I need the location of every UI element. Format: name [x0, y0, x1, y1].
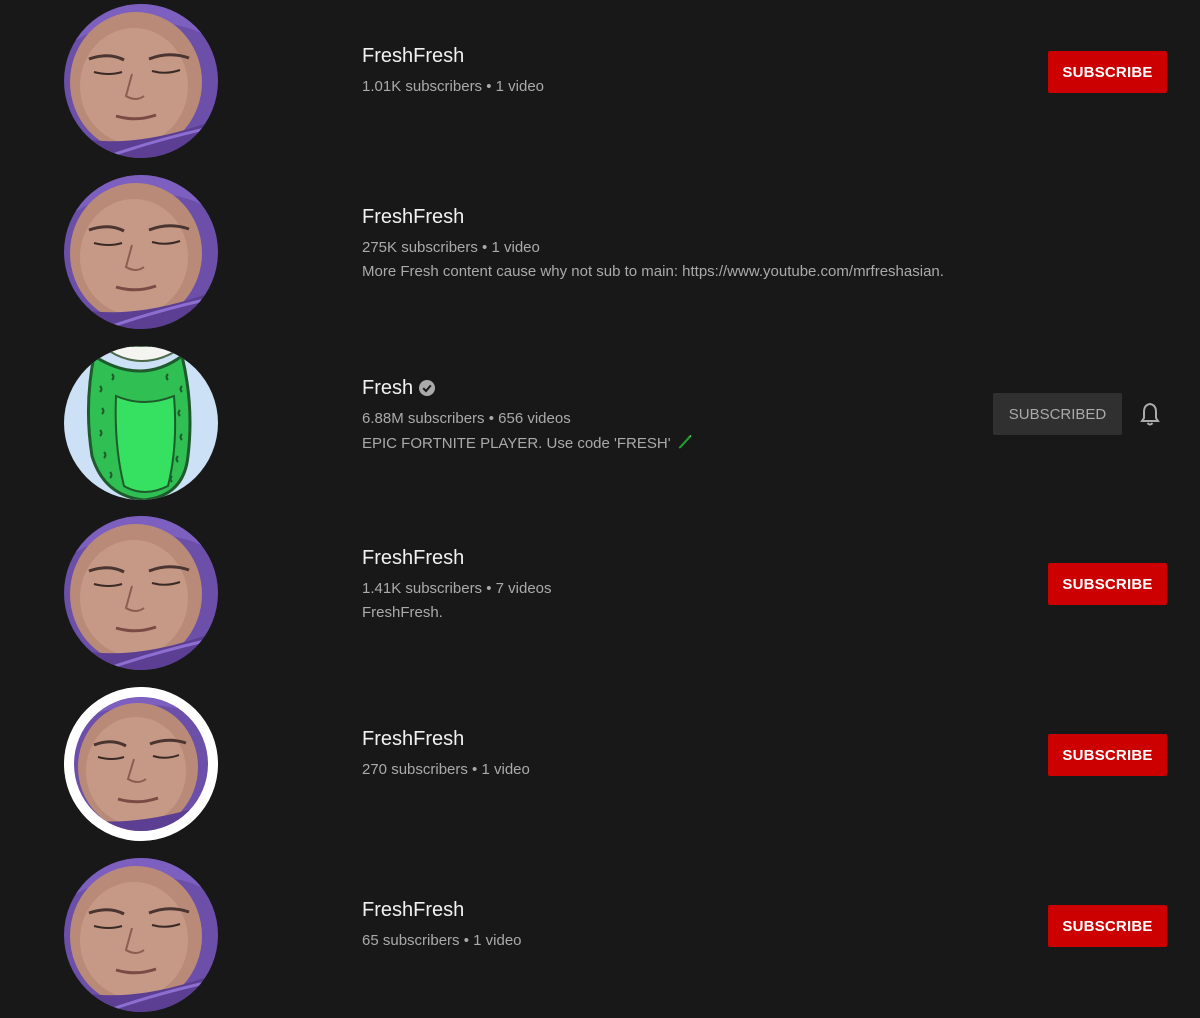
channel-info: Fresh 6.88M subscribers • 656 videos EPI…	[362, 376, 693, 455]
bell-icon[interactable]	[1136, 400, 1164, 428]
channel-name[interactable]: FreshFresh	[362, 898, 522, 922]
channel-avatar[interactable]	[64, 175, 218, 329]
channel-description-text: FreshFresh.	[362, 604, 443, 621]
channel-description: EPIC FORTNITE PLAYER. Use code 'FRESH'	[362, 433, 693, 455]
channel-meta: 1.41K subscribers • 7 videos	[362, 580, 552, 597]
channel-name-text[interactable]: FreshFresh	[362, 44, 464, 68]
channel-name[interactable]: FreshFresh	[362, 546, 552, 570]
channel-meta: 270 subscribers • 1 video	[362, 761, 530, 778]
channel-description: FreshFresh.	[362, 603, 552, 623]
channel-description-text: EPIC FORTNITE PLAYER. Use code 'FRESH'	[362, 435, 671, 452]
channel-meta: 6.88M subscribers • 656 videos	[362, 410, 571, 427]
channel-name-text[interactable]: FreshFresh	[362, 205, 464, 229]
channel-avatar[interactable]	[64, 4, 218, 158]
channel-description-text: More Fresh content cause why not sub to …	[362, 263, 944, 280]
channel-avatar[interactable]	[64, 687, 218, 841]
channel-info: FreshFresh 275K subscribers • 1 video Mo…	[362, 205, 944, 282]
channel-row[interactable]: FreshFresh 275K subscribers • 1 video Mo…	[0, 175, 1200, 335]
channel-description: More Fresh content cause why not sub to …	[362, 262, 944, 282]
channel-name-text[interactable]: FreshFresh	[362, 727, 464, 751]
channel-info: FreshFresh 1.41K subscribers • 7 videos …	[362, 546, 552, 623]
channel-name-text[interactable]: FreshFresh	[362, 898, 464, 922]
channel-results-list: FreshFresh 1.01K subscribers • 1 video S…	[0, 0, 1200, 1018]
channel-row[interactable]: FreshFresh 1.41K subscribers • 7 videos …	[0, 516, 1200, 676]
subscribe-button[interactable]: SUBSCRIBE	[1048, 563, 1167, 605]
verified-check-icon	[419, 380, 436, 396]
channel-info: FreshFresh 270 subscribers • 1 video	[362, 727, 530, 780]
channel-name-text[interactable]: Fresh	[362, 376, 413, 400]
subscribe-button[interactable]: SUBSCRIBE	[1048, 51, 1167, 93]
subscribe-button[interactable]: SUBSCRIBE	[1048, 905, 1167, 947]
channel-row[interactable]: FreshFresh 65 subscribers • 1 video SUBS…	[0, 858, 1200, 1018]
channel-row[interactable]: Fresh 6.88M subscribers • 656 videos EPI…	[0, 346, 1200, 506]
channel-info: FreshFresh 65 subscribers • 1 video	[362, 898, 522, 951]
channel-meta: 275K subscribers • 1 video	[362, 239, 540, 256]
channel-meta: 65 subscribers • 1 video	[362, 932, 522, 949]
subscribed-button[interactable]: SUBSCRIBED	[993, 393, 1122, 435]
channel-avatar[interactable]	[64, 346, 218, 500]
subscribe-button[interactable]: SUBSCRIBE	[1048, 734, 1167, 776]
channel-name[interactable]: FreshFresh	[362, 44, 544, 68]
channel-name[interactable]: FreshFresh	[362, 727, 530, 751]
channel-row[interactable]: FreshFresh 1.01K subscribers • 1 video S…	[0, 4, 1200, 164]
channel-name[interactable]: FreshFresh	[362, 205, 944, 229]
channel-name-text[interactable]: FreshFresh	[362, 546, 464, 570]
cucumber-emoji-icon	[677, 433, 693, 455]
channel-row[interactable]: FreshFresh 270 subscribers • 1 video SUB…	[0, 687, 1200, 847]
channel-meta: 1.01K subscribers • 1 video	[362, 78, 545, 95]
channel-avatar[interactable]	[64, 516, 218, 670]
channel-name[interactable]: Fresh	[362, 376, 693, 400]
channel-avatar[interactable]	[64, 858, 218, 1012]
channel-info: FreshFresh 1.01K subscribers • 1 video	[362, 44, 544, 97]
